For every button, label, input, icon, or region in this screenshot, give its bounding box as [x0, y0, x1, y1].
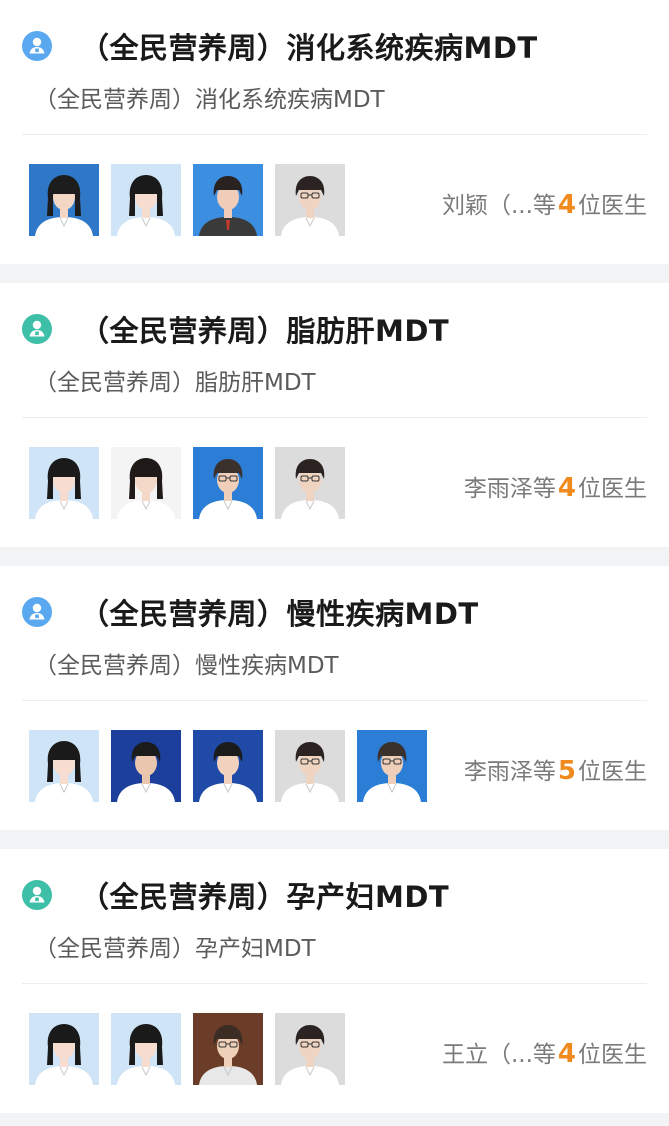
user-badge-icon [22, 597, 52, 627]
doctor-avatar[interactable] [275, 730, 345, 802]
lead-doctor-name: 李雨泽 [463, 476, 533, 502]
doctor-avatar[interactable] [111, 447, 181, 519]
doctor-avatar[interactable] [193, 164, 263, 236]
card-subtitle: （全民营养周）孕产妇MDT [34, 936, 316, 962]
count-prefix: 等 [532, 1042, 556, 1068]
count-suffix: 位医生 [578, 1042, 647, 1068]
card-subtitle: （全民营养周）慢性疾病MDT [34, 653, 339, 679]
card-title-row: （全民营养周）脂肪肝MDT [22, 309, 449, 349]
user-badge-icon [22, 314, 52, 344]
doctor-avatar[interactable] [275, 164, 345, 236]
doctor-avatars [29, 730, 439, 802]
card-title: （全民营养周）脂肪肝MDT [80, 314, 450, 348]
doctor-avatar[interactable] [111, 1013, 181, 1085]
card-title-row: （全民营养周）孕产妇MDT [22, 875, 449, 915]
doctor-avatar[interactable] [29, 730, 99, 802]
divider [22, 417, 647, 418]
mdt-team-card-3[interactable]: （全民营养周）慢性疾病MDT （全民营养周）慢性疾病MDT 李雨泽 等 5 位医… [0, 566, 669, 830]
doctor-avatar[interactable] [357, 730, 427, 802]
card-subtitle: （全民营养周）脂肪肝MDT [34, 370, 316, 396]
divider [22, 700, 647, 701]
doctor-avatar[interactable] [193, 447, 263, 519]
doctor-avatar[interactable] [275, 1013, 345, 1085]
doctor-avatar[interactable] [193, 730, 263, 802]
card-subtitle: （全民营养周）消化系统疾病MDT [34, 87, 385, 113]
card-title: （全民营养周）慢性疾病MDT [80, 597, 479, 631]
mdt-team-card-4[interactable]: （全民营养周）孕产妇MDT （全民营养周）孕产妇MDT 王立（... 等 4 位… [0, 849, 669, 1113]
card-title: （全民营养周）消化系统疾病MDT [80, 31, 538, 65]
count-suffix: 位医生 [578, 193, 647, 219]
divider [22, 983, 647, 984]
count-prefix: 等 [532, 759, 556, 785]
mdt-team-list: （全民营养周）消化系统疾病MDT （全民营养周）消化系统疾病MDT 刘颖（...… [0, 0, 669, 1113]
doctor-count-label: 刘颖（... 等 4 位医生 [442, 186, 647, 220]
doctor-avatar[interactable] [111, 730, 181, 802]
doctor-count-label: 李雨泽 等 5 位医生 [464, 752, 647, 786]
doctor-count-number: 4 [557, 1039, 576, 1069]
count-prefix: 等 [532, 476, 556, 502]
doctor-avatars [29, 1013, 357, 1085]
doctor-avatars [29, 447, 357, 519]
doctor-avatars [29, 164, 357, 236]
count-prefix: 等 [532, 193, 556, 219]
card-title-row: （全民营养周）消化系统疾病MDT [22, 26, 538, 66]
doctor-avatar[interactable] [29, 447, 99, 519]
doctor-avatar[interactable] [111, 164, 181, 236]
doctor-count-label: 李雨泽 等 4 位医生 [464, 469, 647, 503]
user-badge-icon [22, 880, 52, 910]
doctor-avatar[interactable] [29, 1013, 99, 1085]
card-title-row: （全民营养周）慢性疾病MDT [22, 592, 479, 632]
count-suffix: 位医生 [578, 759, 647, 785]
card-title: （全民营养周）孕产妇MDT [80, 880, 450, 914]
doctor-count-number: 4 [557, 190, 576, 220]
user-badge-icon [22, 31, 52, 61]
doctor-count-number: 4 [557, 473, 576, 503]
lead-doctor-name: 刘颖（... [441, 193, 533, 219]
count-suffix: 位医生 [578, 476, 647, 502]
doctor-avatar[interactable] [275, 447, 345, 519]
doctor-avatar[interactable] [29, 164, 99, 236]
doctor-avatar[interactable] [193, 1013, 263, 1085]
lead-doctor-name: 王立（... [441, 1042, 533, 1068]
doctor-count-number: 5 [557, 756, 576, 786]
divider [22, 134, 647, 135]
mdt-team-card-2[interactable]: （全民营养周）脂肪肝MDT （全民营养周）脂肪肝MDT 李雨泽 等 4 位医生 [0, 283, 669, 547]
doctor-count-label: 王立（... 等 4 位医生 [442, 1035, 647, 1069]
lead-doctor-name: 李雨泽 [463, 759, 533, 785]
mdt-team-card-1[interactable]: （全民营养周）消化系统疾病MDT （全民营养周）消化系统疾病MDT 刘颖（...… [0, 0, 669, 264]
